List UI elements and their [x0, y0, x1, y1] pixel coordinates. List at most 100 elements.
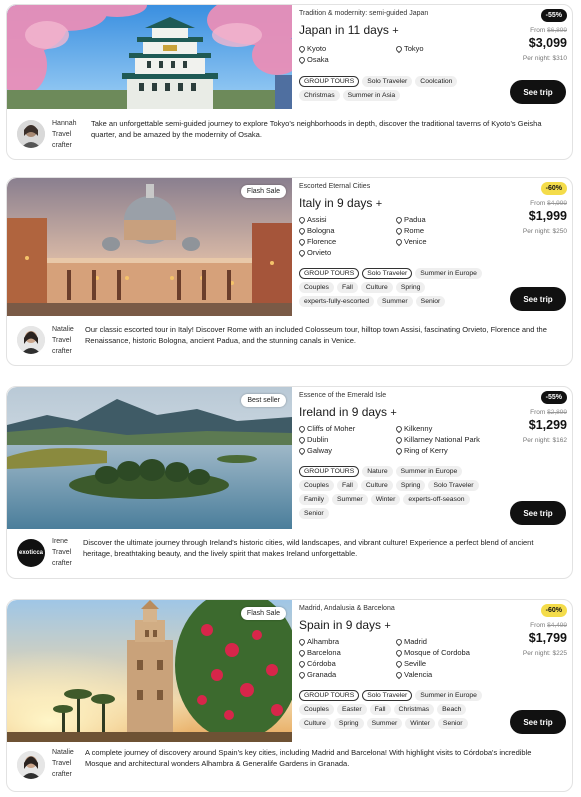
location-pin-icon: [394, 670, 404, 679]
tag: Fall: [336, 480, 358, 491]
location-pin-icon: [394, 637, 404, 646]
trip-title-text[interactable]: Spain in 9 days: [299, 618, 381, 632]
city-item: Galway: [297, 446, 396, 455]
tag: Summer: [332, 494, 368, 505]
tag: Winter: [370, 494, 401, 505]
city-item: Orvieto: [297, 248, 396, 257]
see-trip-button[interactable]: See trip: [510, 501, 566, 525]
location-pin-icon: [394, 44, 404, 53]
see-trip-button[interactable]: See trip: [510, 80, 566, 104]
tag: Solo Traveler: [362, 268, 413, 279]
trip-cities: Assisi Padua Bologna Rome Florence Venic…: [297, 215, 506, 257]
tag: Summer in Asia: [342, 90, 401, 101]
agent-avatar: [17, 751, 45, 779]
city-item: Córdoba: [297, 659, 396, 668]
tag: Beach: [437, 704, 467, 715]
expand-plus-icon[interactable]: +: [384, 620, 390, 632]
trip-subtitle: Essence of the Emerald Isle: [299, 392, 387, 399]
trip-card[interactable]: Best seller Essence of the Emerald Isle …: [6, 386, 573, 579]
expand-plus-icon[interactable]: +: [376, 198, 382, 210]
trip-title[interactable]: Japan in 11 days +: [299, 23, 399, 37]
trip-image-spain[interactable]: Flash Sale: [7, 600, 292, 742]
agent-name: Natalie Travel crafter: [52, 326, 74, 355]
trip-list: Tradition & modernity: semi-guided Japan…: [0, 0, 581, 797]
per-night-price: Per night: $225: [522, 650, 567, 657]
location-pin-icon: [297, 226, 307, 235]
tag: Coolcation: [415, 76, 458, 87]
trip-title-text[interactable]: Ireland in 9 days: [299, 405, 387, 419]
trip-image-japan[interactable]: [7, 5, 292, 109]
trip-subtitle: Escorted Eternal Cities: [299, 183, 371, 190]
flash-sale-badge: Flash Sale: [240, 607, 286, 620]
tag: Christmas: [299, 90, 340, 101]
city-item: Osaka: [297, 55, 396, 64]
trip-cities: Alhambra Madrid Barcelona Mosque of Cord…: [297, 637, 506, 679]
expand-plus-icon[interactable]: +: [392, 25, 398, 37]
tag: Family: [299, 494, 330, 505]
trip-description: Our classic escorted tour in Italy! Disc…: [85, 325, 547, 345]
per-night-price: Per night: $310: [522, 55, 567, 62]
location-pin-icon: [394, 659, 404, 668]
trip-description: A complete journey of discovery around S…: [85, 748, 532, 768]
agent-avatar: [17, 120, 45, 148]
trip-title-text[interactable]: Japan in 11 days: [299, 23, 389, 37]
agent-logo: exoticca: [17, 539, 45, 567]
city-item: Barcelona: [297, 648, 396, 657]
city-item: Alhambra: [297, 637, 396, 646]
tag: Summer: [376, 296, 413, 307]
city-item: Killarney National Park: [394, 435, 506, 444]
tag: GROUP TOURS: [299, 268, 360, 279]
tag: Couples: [299, 704, 334, 715]
trip-image-ireland[interactable]: Best seller: [7, 387, 292, 529]
location-pin-icon: [297, 648, 307, 657]
location-pin-icon: [297, 637, 307, 646]
location-pin-icon: [297, 659, 307, 668]
tag: Fall: [336, 282, 358, 293]
trip-tags: GROUP TOURS Nature Summer in Europe Coup…: [299, 466, 499, 519]
see-trip-button[interactable]: See trip: [510, 287, 566, 311]
tag: GROUP TOURS: [299, 76, 360, 87]
city-item: Cliffs of Moher: [297, 424, 396, 433]
location-pin-icon: [394, 237, 404, 246]
discount-badge: -60%: [540, 604, 567, 617]
price: $1,799: [528, 631, 567, 645]
trip-image-italy[interactable]: Flash Sale: [7, 178, 292, 316]
old-price: From $6,899: [530, 27, 567, 34]
tag: Couples: [299, 480, 334, 491]
per-night-price: Per night: $250: [522, 228, 567, 235]
best-seller-badge: Best seller: [241, 394, 286, 407]
city-item: Mosque of Cordoba: [394, 648, 506, 657]
expand-plus-icon[interactable]: +: [390, 407, 396, 419]
trip-title[interactable]: Spain in 9 days +: [299, 618, 391, 632]
trip-card[interactable]: Flash Sale Escorted Eternal Cities Italy…: [6, 177, 573, 366]
trip-subtitle: Madrid, Andalusia & Barcelona: [299, 605, 395, 612]
tag: Summer: [366, 718, 403, 729]
location-pin-icon: [297, 424, 307, 433]
location-pin-icon: [394, 446, 404, 455]
city-item: Bologna: [297, 226, 396, 235]
city-item: Kilkenny: [394, 424, 506, 433]
trip-tags: GROUP TOURS Solo Traveler Summer in Euro…: [299, 268, 499, 307]
location-pin-icon: [394, 648, 404, 657]
trip-title[interactable]: Ireland in 9 days +: [299, 405, 397, 419]
discount-badge: -55%: [540, 9, 567, 22]
tag: Summer in Europe: [415, 268, 482, 279]
tag: GROUP TOURS: [299, 466, 360, 477]
trip-title-text[interactable]: Italy in 9 days: [299, 196, 372, 210]
location-pin-icon: [394, 435, 404, 444]
tag: Senior: [299, 508, 329, 519]
city-item: Dublin: [297, 435, 396, 444]
trip-card[interactable]: Flash Sale Madrid, Andalusia & Barcelona…: [6, 599, 573, 792]
tag: Solo Traveler: [428, 480, 479, 491]
per-night-price: Per night: $162: [522, 437, 567, 444]
location-pin-icon: [297, 670, 307, 679]
tag: Spring: [395, 282, 426, 293]
trip-subtitle: Tradition & modernity: semi-guided Japan: [299, 10, 429, 17]
price-block: -60% From $4,499 $1,799 Per night: $225: [497, 600, 567, 670]
city-item: Florence: [297, 237, 396, 246]
tag: Culture: [360, 480, 393, 491]
trip-title[interactable]: Italy in 9 days +: [299, 196, 382, 210]
tag: Culture: [360, 282, 393, 293]
trip-card[interactable]: Tradition & modernity: semi-guided Japan…: [6, 4, 573, 160]
see-trip-button[interactable]: See trip: [510, 710, 566, 734]
